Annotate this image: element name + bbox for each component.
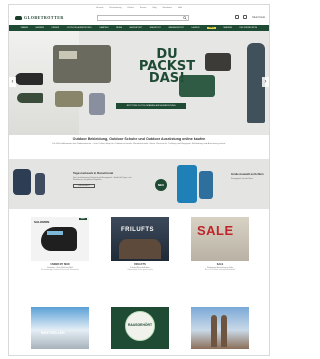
utility-link[interactable]: Hilfe	[178, 7, 182, 9]
category-tile[interactable]: RAUSGEHÖRT	[111, 307, 169, 349]
tile-image[interactable]: SALE	[191, 217, 249, 261]
promo-left-text: Tagesrucksack in Reiseformat Das Leicht-…	[73, 171, 133, 188]
promo-right-desc: Reisegepäck für jede Reise	[231, 178, 253, 180]
tile-subtitle: Salomon – Gute Wahl mit Maß	[47, 267, 73, 269]
nav-item[interactable]: MARKEN	[224, 27, 233, 29]
promo-right-text: Große Auswahl an Koffern Reisegepäck für…	[231, 173, 264, 180]
category-tile[interactable]	[191, 307, 249, 349]
logo-text: GLOBETROTTER	[24, 15, 64, 20]
tile-title: UNDER MY SKIN	[50, 263, 70, 266]
tile-image[interactable]: FRILUFTS	[111, 217, 169, 261]
hero-duffel-image	[55, 91, 83, 107]
nav-item[interactable]: WASSERSPORT	[168, 27, 183, 29]
cart-icon[interactable]	[243, 15, 247, 19]
tile-image[interactable]: RAUSGEHÖRT	[111, 307, 169, 349]
nav-item[interactable]: HERREN	[36, 27, 44, 29]
hero-backpack-image	[89, 93, 105, 115]
carousel-prev-icon[interactable]: ‹	[9, 77, 16, 87]
nav-item[interactable]: CAMPING	[99, 27, 108, 29]
category-tile[interactable]: FRILUFTS FRILUFTS Frilufts-Winterkollekt…	[111, 217, 169, 271]
utility-link[interactable]: Filialen	[128, 7, 134, 9]
header-icons	[235, 15, 247, 19]
tile-desc: Outdoor-Mode für die ganze Familie	[127, 270, 153, 271]
utility-link[interactable]: Newsletter	[163, 7, 172, 9]
tile-image[interactable]: SALOMON NEU	[31, 217, 89, 261]
new-badge: NEU	[78, 218, 87, 220]
hero-banner[interactable]: DU PACKST DAS! JETZT BIS ZU 70% SPAREN A…	[9, 31, 269, 135]
tile-caption: SALE Reduzierte Ausrüstung im Sale Bis z…	[191, 263, 249, 271]
hero-boots-image	[205, 53, 231, 71]
hero-title: DU PACKST DAS!	[127, 48, 207, 86]
search-input[interactable]	[97, 15, 189, 21]
nav-item[interactable]: KINDER	[52, 27, 60, 29]
nav-item[interactable]: DAMEN	[21, 27, 28, 29]
tile-subtitle: Reduzierte Ausrüstung im Sale	[207, 267, 233, 269]
promo-right-title: Große Auswahl an Koffern	[231, 173, 264, 176]
tile-overlay-text: RAUSGEHÖRT	[127, 323, 153, 327]
utility-link[interactable]: Blog	[153, 7, 157, 9]
brand-label: SALOMON	[34, 220, 50, 224]
tile-title: FRILUFTS	[134, 263, 146, 266]
tile-desc: Bis zu 70% Rabatt auf ausgewählte Artike…	[205, 270, 235, 271]
search-icon[interactable]	[183, 16, 187, 20]
podcast-logo: RAUSGEHÖRT	[125, 311, 155, 341]
header: GLOBETROTTER Mein Konto	[9, 11, 269, 25]
intro-heading: Outdoor Bekleidung, Outdoor Schuhe und O…	[72, 137, 206, 141]
tile-title: SALE	[216, 263, 224, 266]
category-tile[interactable]: SALE SALE Reduzierte Ausrüstung im Sale …	[191, 217, 249, 271]
utility-link[interactable]: Service	[140, 7, 147, 9]
page: Versand Rücksendung Filialen Service Blo…	[8, 4, 270, 356]
people-image	[119, 239, 161, 259]
logo-mark-icon	[15, 15, 22, 20]
intro-section: Outdoor Bekleidung, Outdoor Schuhe und O…	[9, 137, 269, 145]
nav-item[interactable]: LAUFEN	[191, 27, 199, 29]
carousel-next-icon[interactable]: ›	[262, 77, 269, 87]
category-tile[interactable]: SALOMON NEU UNDER MY SKIN Salomon – Gute…	[31, 217, 89, 271]
tile-overlay-text: BESTSELLER	[41, 331, 65, 335]
backpack-image[interactable]	[35, 173, 45, 195]
tile-image[interactable]: BESTSELLER	[31, 307, 89, 349]
ski-boot-image	[41, 227, 77, 251]
utility-link[interactable]: Rücksendung	[109, 7, 121, 9]
hero-title-line: DAS!	[148, 71, 186, 86]
backpack-image[interactable]	[13, 169, 31, 195]
nav-item[interactable]: REISE	[116, 27, 122, 29]
nav-item[interactable]: RADSPORT	[150, 27, 161, 29]
nav-item[interactable]: DIE GRÜNE SEITE	[240, 27, 257, 29]
promo-left-desc: Das Leicht-bauweise Rucksack mit Reisege…	[73, 177, 132, 182]
promo-band: Tagesrucksack in Reiseformat Das Leicht-…	[9, 159, 269, 209]
account-link[interactable]: Mein Konto	[252, 16, 265, 19]
tile-desc: Ein hochwertiger Outdoor-Schuh für alle …	[41, 270, 79, 271]
hero-shoe-image	[15, 73, 43, 85]
tile-subtitle: Frilufts-Winterkollektion	[130, 267, 150, 269]
tile-overlay-text: SALE	[197, 223, 234, 238]
tile-image[interactable]	[191, 307, 249, 349]
suitcase-image[interactable]	[177, 165, 197, 203]
nav-item-sale[interactable]: SALE	[206, 27, 216, 29]
suitcase-image[interactable]	[199, 171, 213, 199]
hero-cta-button[interactable]: JETZT BIS ZU 70% SPAREN AUF AUSRÜSTUNG	[116, 103, 186, 109]
utility-link[interactable]: Versand	[96, 7, 103, 9]
category-tile[interactable]: BESTSELLER	[31, 307, 89, 349]
logo[interactable]: GLOBETROTTER	[15, 15, 64, 20]
tower-image	[221, 315, 227, 347]
tile-caption: FRILUFTS Frilufts-Winterkollektion Outdo…	[111, 263, 169, 271]
nav-item[interactable]: BERGSPORT	[130, 27, 143, 29]
tower-image	[211, 315, 217, 347]
nav-item[interactable]: OUTDOOR-AUSRÜSTUNG	[67, 27, 92, 29]
wishlist-icon[interactable]	[235, 15, 239, 19]
promo-product-button[interactable]: ZUM PRODUKT	[73, 183, 95, 188]
promo-left-title: Tagesrucksack in Reiseformat	[73, 171, 114, 175]
hero-shoe-image	[17, 93, 43, 103]
intro-text: Die Welt willkommen bei Globetrotter.de …	[52, 143, 226, 145]
hero-van-image	[53, 45, 111, 83]
tile-overlay-text: FRILUFTS	[121, 227, 154, 233]
tile-caption: UNDER MY SKIN Salomon – Gute Wahl mit Ma…	[31, 263, 89, 271]
new-badge: NEU	[155, 179, 167, 191]
